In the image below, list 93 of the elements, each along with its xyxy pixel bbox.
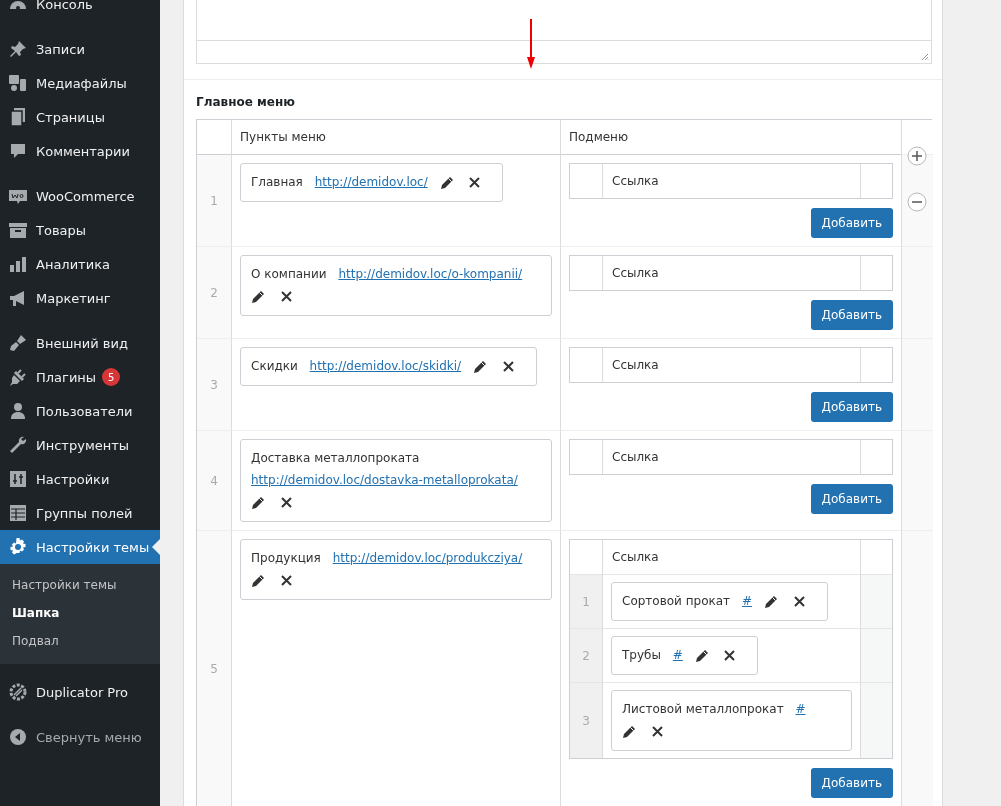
menu-item-label: Доставка металлопроката	[251, 451, 420, 465]
menu-item-link[interactable]: http://demidov.loc/dostavka-metalloprokata/	[251, 469, 518, 491]
column-header: Ссылка	[602, 256, 860, 290]
close-icon[interactable]	[793, 596, 805, 607]
menu-item-link[interactable]: http://demidov.loc/skidki/	[309, 355, 462, 377]
row-number: 2	[197, 247, 231, 339]
sidebar-item[interactable]: Маркетинг	[0, 281, 160, 315]
box-icon	[8, 220, 28, 240]
column-header: Ссылка	[602, 440, 860, 474]
column-header: Подменю	[560, 120, 901, 155]
close-icon[interactable]	[280, 291, 292, 302]
table-icon	[8, 503, 28, 523]
gear-icon	[8, 682, 28, 702]
plug-icon	[8, 367, 28, 387]
column-header: Ссылка	[602, 540, 860, 574]
submenu-item[interactable]: Подвал	[0, 627, 160, 655]
row-number: 3	[570, 682, 602, 758]
pencil-icon[interactable]	[472, 359, 487, 374]
bar-chart-icon	[8, 254, 28, 274]
plus-icon[interactable]	[907, 146, 927, 166]
close-icon[interactable]	[280, 497, 292, 508]
sidebar-item[interactable]: Аналитика	[0, 247, 160, 281]
sidebar-item[interactable]: Записи	[0, 32, 160, 66]
menu-item-link[interactable]: http://demidov.loc/	[314, 171, 428, 193]
close-icon[interactable]	[724, 650, 736, 661]
sidebar-item[interactable]: Группы полей	[0, 496, 160, 530]
add-button[interactable]: Добавить	[810, 300, 893, 330]
down-arrow	[526, 19, 536, 69]
column-header: Ссылка	[602, 348, 860, 382]
resize-handle-icon[interactable]	[921, 53, 929, 61]
submenu-item-link[interactable]: #	[795, 698, 806, 720]
pages-icon	[8, 107, 28, 127]
row-number: 5	[197, 531, 231, 806]
sidebar-item[interactable]: Плагины 5	[0, 360, 160, 394]
submenu-item-link[interactable]: #	[672, 644, 683, 666]
sidebar-item[interactable]: Настройки темы	[0, 530, 160, 564]
pencil-icon[interactable]	[251, 573, 265, 588]
pencil-icon[interactable]	[763, 594, 778, 609]
sidebar-item[interactable]: Duplicator Pro	[0, 675, 160, 709]
update-count-badge: 5	[102, 368, 121, 386]
sidebar-item[interactable]: Пользователи	[0, 394, 160, 428]
person-icon	[8, 401, 28, 421]
row-number: 2	[570, 628, 602, 682]
sidebar-item[interactable]: Товары	[0, 213, 160, 247]
pencil-icon[interactable]	[251, 289, 265, 304]
add-button[interactable]: Добавить	[810, 392, 893, 422]
add-button[interactable]: Добавить	[810, 484, 893, 514]
row-number: 4	[197, 431, 231, 531]
speech-bubble-icon	[8, 141, 28, 161]
submenu-item[interactable]: Шапка	[0, 599, 160, 627]
sidebar-item[interactable]: WooCommerce	[0, 179, 160, 213]
settings-icon	[8, 537, 28, 557]
sidebar-item[interactable]: Комментарии	[0, 134, 160, 168]
close-icon[interactable]	[502, 361, 514, 372]
sidebar-item[interactable]: Инструменты	[0, 428, 160, 462]
pencil-icon[interactable]	[622, 724, 636, 739]
row-number: 3	[197, 339, 231, 431]
wrench-icon	[8, 435, 28, 455]
sidebar-item[interactable]: Страницы	[0, 100, 160, 134]
pencil-icon[interactable]	[439, 175, 454, 190]
collapse-icon	[8, 727, 28, 747]
brush-icon	[8, 333, 28, 353]
sliders-icon	[8, 469, 28, 489]
close-icon[interactable]	[280, 575, 292, 586]
close-icon[interactable]	[651, 726, 663, 737]
sidebar-item[interactable]: Внешний вид	[0, 326, 160, 360]
sidebar-item[interactable]: Настройки	[0, 462, 160, 496]
menu-item-link[interactable]: http://demidov.loc/produkcziya/	[332, 547, 523, 569]
close-icon[interactable]	[469, 177, 481, 188]
submenu-item-label: Трубы	[622, 648, 661, 662]
section-title: Главное меню	[196, 94, 296, 111]
menu-item-link[interactable]: http://demidov.loc/o-kompanii/	[338, 263, 523, 285]
submenu-item[interactable]: Настройки темы	[0, 571, 160, 599]
menu-item-label: Продукция	[251, 551, 321, 565]
menu-item-label: Главная	[251, 175, 303, 189]
add-button[interactable]: Добавить	[810, 208, 893, 238]
media-icon	[8, 73, 28, 93]
collapse-menu-button[interactable]: Свернуть меню	[0, 720, 160, 754]
submenu-item-label: Сортовой прокат	[622, 594, 731, 608]
minus-icon[interactable]	[907, 192, 927, 212]
pin-icon	[8, 39, 28, 59]
submenu-item-label: Листовой металлопрокат	[622, 702, 784, 716]
add-button[interactable]: Добавить	[810, 768, 893, 798]
column-header: Пункты меню	[231, 120, 560, 155]
menu-item-label: Скидки	[251, 359, 298, 373]
sidebar-item[interactable]: Медиафайлы	[0, 66, 160, 100]
menu-item-label: О компании	[251, 267, 327, 281]
column-header: Ссылка	[602, 164, 860, 198]
row-number: 1	[197, 155, 231, 247]
row-number: 1	[570, 574, 602, 628]
pencil-icon[interactable]	[251, 495, 265, 510]
pencil-icon[interactable]	[694, 648, 709, 663]
submenu-item-link[interactable]: #	[741, 590, 752, 612]
